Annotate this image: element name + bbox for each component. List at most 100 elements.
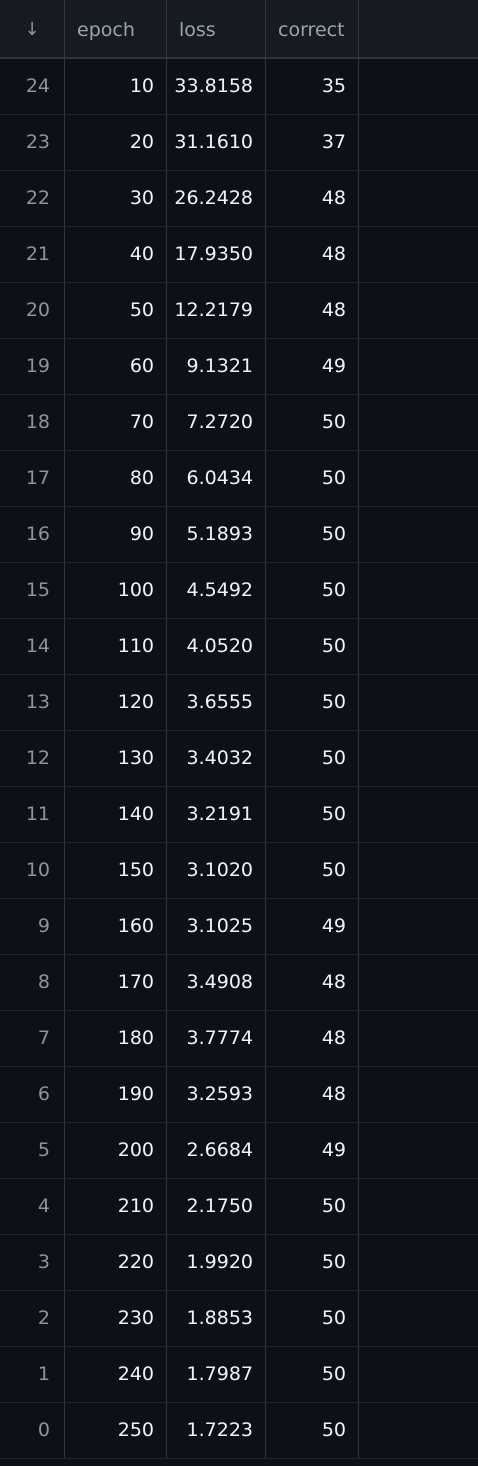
row-index-cell[interactable]: 8 <box>0 955 65 1010</box>
loss-cell[interactable]: 4.0520 <box>167 619 266 674</box>
row-index-cell[interactable]: 0 <box>0 1403 65 1458</box>
table-row[interactable]: 19 60 9.1321 49 <box>0 339 478 395</box>
row-index-cell[interactable]: 17 <box>0 451 65 506</box>
table-row[interactable]: 21 40 17.9350 48 <box>0 227 478 283</box>
row-index-cell[interactable]: 13 <box>0 675 65 730</box>
row-index-cell[interactable]: 19 <box>0 339 65 394</box>
loss-cell[interactable]: 26.2428 <box>167 171 266 226</box>
epoch-cell[interactable]: 130 <box>65 731 167 786</box>
epoch-cell[interactable]: 120 <box>65 675 167 730</box>
loss-cell[interactable]: 5.1893 <box>167 507 266 562</box>
table-row[interactable]: 3 220 1.9920 50 <box>0 1235 478 1291</box>
column-header-correct[interactable]: correct <box>266 0 359 59</box>
correct-cell[interactable]: 50 <box>266 1179 359 1234</box>
correct-cell[interactable]: 50 <box>266 1347 359 1402</box>
correct-cell[interactable]: 50 <box>266 787 359 842</box>
row-index-cell[interactable]: 5 <box>0 1123 65 1178</box>
epoch-cell[interactable]: 250 <box>65 1403 167 1458</box>
table-row[interactable]: 1 240 1.7987 50 <box>0 1347 478 1403</box>
epoch-cell[interactable]: 220 <box>65 1235 167 1290</box>
row-index-cell[interactable]: 16 <box>0 507 65 562</box>
epoch-cell[interactable]: 30 <box>65 171 167 226</box>
epoch-cell[interactable]: 40 <box>65 227 167 282</box>
loss-cell[interactable]: 7.2720 <box>167 395 266 450</box>
correct-cell[interactable]: 49 <box>266 339 359 394</box>
row-index-cell[interactable]: 10 <box>0 843 65 898</box>
sort-descending-icon[interactable]: ↓ <box>0 0 65 59</box>
row-index-cell[interactable]: 22 <box>0 171 65 226</box>
row-index-cell[interactable]: 15 <box>0 563 65 618</box>
loss-cell[interactable]: 3.2593 <box>167 1067 266 1122</box>
loss-cell[interactable]: 2.1750 <box>167 1179 266 1234</box>
correct-cell[interactable]: 50 <box>266 843 359 898</box>
loss-cell[interactable]: 9.1321 <box>167 339 266 394</box>
table-row[interactable]: 23 20 31.1610 37 <box>0 115 478 171</box>
column-header-epoch[interactable]: epoch <box>65 0 167 59</box>
loss-cell[interactable]: 17.9350 <box>167 227 266 282</box>
epoch-cell[interactable]: 170 <box>65 955 167 1010</box>
loss-cell[interactable]: 4.5492 <box>167 563 266 618</box>
table-row[interactable]: 20 50 12.2179 48 <box>0 283 478 339</box>
row-index-cell[interactable]: 20 <box>0 283 65 338</box>
epoch-cell[interactable]: 230 <box>65 1291 167 1346</box>
loss-cell[interactable]: 12.2179 <box>167 283 266 338</box>
correct-cell[interactable]: 48 <box>266 171 359 226</box>
epoch-cell[interactable]: 100 <box>65 563 167 618</box>
epoch-cell[interactable]: 190 <box>65 1067 167 1122</box>
loss-cell[interactable]: 3.4908 <box>167 955 266 1010</box>
correct-cell[interactable]: 48 <box>266 283 359 338</box>
correct-cell[interactable]: 50 <box>266 731 359 786</box>
loss-cell[interactable]: 1.9920 <box>167 1235 266 1290</box>
loss-cell[interactable]: 1.7987 <box>167 1347 266 1402</box>
row-index-cell[interactable]: 9 <box>0 899 65 954</box>
loss-cell[interactable]: 3.2191 <box>167 787 266 842</box>
loss-cell[interactable]: 1.8853 <box>167 1291 266 1346</box>
table-row[interactable]: 24 10 33.8158 35 <box>0 59 478 115</box>
epoch-cell[interactable]: 150 <box>65 843 167 898</box>
row-index-cell[interactable]: 11 <box>0 787 65 842</box>
column-header-loss[interactable]: loss <box>167 0 266 59</box>
epoch-cell[interactable]: 50 <box>65 283 167 338</box>
correct-cell[interactable]: 48 <box>266 1011 359 1066</box>
correct-cell[interactable]: 50 <box>266 675 359 730</box>
table-row[interactable]: 13 120 3.6555 50 <box>0 675 478 731</box>
row-index-cell[interactable]: 7 <box>0 1011 65 1066</box>
correct-cell[interactable]: 48 <box>266 227 359 282</box>
table-row[interactable]: 15 100 4.5492 50 <box>0 563 478 619</box>
row-index-cell[interactable]: 3 <box>0 1235 65 1290</box>
row-index-cell[interactable]: 21 <box>0 227 65 282</box>
epoch-cell[interactable]: 180 <box>65 1011 167 1066</box>
epoch-cell[interactable]: 140 <box>65 787 167 842</box>
loss-cell[interactable]: 2.6684 <box>167 1123 266 1178</box>
table-row[interactable]: 22 30 26.2428 48 <box>0 171 478 227</box>
epoch-cell[interactable]: 20 <box>65 115 167 170</box>
correct-cell[interactable]: 48 <box>266 1067 359 1122</box>
correct-cell[interactable]: 50 <box>266 1291 359 1346</box>
table-row[interactable]: 14 110 4.0520 50 <box>0 619 478 675</box>
row-index-cell[interactable]: 14 <box>0 619 65 674</box>
correct-cell[interactable]: 35 <box>266 59 359 114</box>
table-row[interactable]: 12 130 3.4032 50 <box>0 731 478 787</box>
loss-cell[interactable]: 31.1610 <box>167 115 266 170</box>
correct-cell[interactable]: 50 <box>266 1403 359 1458</box>
epoch-cell[interactable]: 10 <box>65 59 167 114</box>
epoch-cell[interactable]: 200 <box>65 1123 167 1178</box>
table-row[interactable]: 2 230 1.8853 50 <box>0 1291 478 1347</box>
correct-cell[interactable]: 50 <box>266 507 359 562</box>
correct-cell[interactable]: 50 <box>266 619 359 674</box>
epoch-cell[interactable]: 240 <box>65 1347 167 1402</box>
loss-cell[interactable]: 6.0434 <box>167 451 266 506</box>
table-row[interactable]: 10 150 3.1020 50 <box>0 843 478 899</box>
table-row[interactable]: 11 140 3.2191 50 <box>0 787 478 843</box>
row-index-cell[interactable]: 18 <box>0 395 65 450</box>
row-index-cell[interactable]: 23 <box>0 115 65 170</box>
correct-cell[interactable]: 50 <box>266 563 359 618</box>
loss-cell[interactable]: 3.1020 <box>167 843 266 898</box>
row-index-cell[interactable]: 1 <box>0 1347 65 1402</box>
loss-cell[interactable]: 33.8158 <box>167 59 266 114</box>
correct-cell[interactable]: 48 <box>266 955 359 1010</box>
correct-cell[interactable]: 49 <box>266 899 359 954</box>
epoch-cell[interactable]: 70 <box>65 395 167 450</box>
correct-cell[interactable]: 37 <box>266 115 359 170</box>
table-row[interactable]: 7 180 3.7774 48 <box>0 1011 478 1067</box>
